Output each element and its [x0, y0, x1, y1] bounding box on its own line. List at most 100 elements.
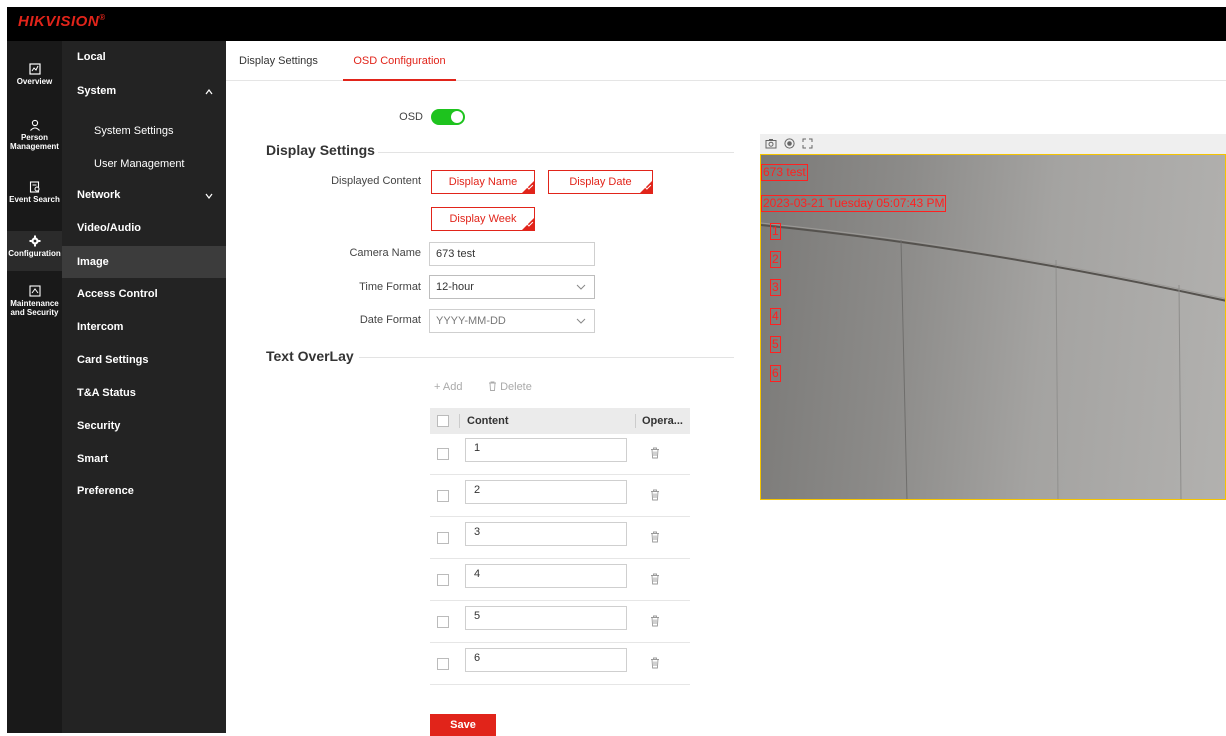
- menu-system[interactable]: System: [62, 75, 226, 107]
- menu-security[interactable]: Security: [62, 410, 226, 442]
- chip-display-name[interactable]: Display Name: [431, 170, 535, 194]
- main-content: Display Settings OSD Configuration OSD D…: [226, 41, 1226, 736]
- row-checkbox[interactable]: [437, 616, 449, 628]
- camera-snapshot-icon[interactable]: [765, 138, 777, 149]
- row-divider: [430, 558, 690, 559]
- row-checkbox[interactable]: [437, 490, 449, 502]
- rail-item-overview[interactable]: Overview: [7, 63, 62, 86]
- tab-display-settings[interactable]: Display Settings: [239, 41, 318, 81]
- menu-preference[interactable]: Preference: [62, 475, 226, 507]
- gear-icon: [29, 235, 40, 247]
- trash-icon[interactable]: [650, 447, 660, 459]
- osd-overlay-2: 2: [770, 251, 781, 268]
- osd-overlay-1: 1: [770, 223, 781, 240]
- rail-item-maintenance[interactable]: Maintenance and Security: [7, 285, 62, 317]
- display-settings-title: Display Settings: [266, 142, 375, 158]
- row-divider: [430, 642, 690, 643]
- time-format-label: Time Format: [359, 281, 421, 293]
- rail-label-configuration: Configuration: [8, 249, 61, 258]
- osd-overlay-6: 6: [770, 365, 781, 382]
- row-divider: [430, 600, 690, 601]
- overlay-text-input[interactable]: 2: [465, 480, 627, 504]
- live-preview[interactable]: 673 test 2023-03-21 Tuesday 05:07:43 PM …: [760, 154, 1226, 500]
- chevron-down-icon: [576, 318, 586, 324]
- row-divider: [430, 474, 690, 475]
- trash-icon[interactable]: [650, 489, 660, 501]
- rail-label-maintenance: Maintenance and Security: [10, 299, 59, 317]
- menu-user-management[interactable]: User Management: [62, 148, 226, 180]
- rail-label-overview: Overview: [16, 77, 53, 86]
- person-icon: [29, 119, 40, 131]
- osd-overlay-3: 3: [770, 279, 781, 296]
- trash-icon[interactable]: [650, 657, 660, 669]
- menu-smart[interactable]: Smart: [62, 443, 226, 475]
- overlay-table-header: Content Opera...: [430, 408, 690, 434]
- rail-item-configuration[interactable]: Configuration: [7, 231, 62, 271]
- osd-overlay-4: 4: [770, 308, 781, 325]
- rail-label-person: Person Management: [10, 133, 59, 151]
- overlay-text-input[interactable]: 5: [465, 606, 627, 630]
- menu-card-settings[interactable]: Card Settings: [62, 344, 226, 376]
- menu-video-audio[interactable]: Video/Audio: [62, 212, 226, 244]
- date-format-label: Date Format: [359, 314, 421, 326]
- menu-network[interactable]: Network: [62, 179, 226, 211]
- fullscreen-icon[interactable]: [802, 138, 813, 149]
- column-divider: [459, 414, 460, 428]
- app-window: HIKVISION® Overview Person Management Ev…: [7, 7, 1226, 736]
- menu-intercom[interactable]: Intercom: [62, 311, 226, 343]
- overlay-text-input[interactable]: 4: [465, 564, 627, 588]
- date-format-select[interactable]: YYYY-MM-DD: [429, 309, 595, 333]
- rail-item-event-search[interactable]: Event Search: [7, 181, 62, 204]
- chip-display-date-label: Display Date: [569, 176, 632, 188]
- col-operation: Opera...: [642, 415, 683, 427]
- osd-label: OSD: [399, 111, 423, 123]
- rail-item-person-management[interactable]: Person Management: [7, 119, 62, 151]
- check-corner-icon: [522, 181, 534, 193]
- row-checkbox[interactable]: [437, 658, 449, 670]
- camera-name-input[interactable]: 673 test: [429, 242, 595, 266]
- chevron-up-icon: [205, 89, 213, 95]
- text-overlay-title: Text OverLay: [266, 348, 354, 364]
- add-button[interactable]: + Add: [434, 381, 462, 393]
- time-format-select[interactable]: 12-hour: [429, 275, 595, 299]
- overlay-text-input[interactable]: 1: [465, 438, 627, 462]
- chip-display-name-label: Display Name: [448, 176, 518, 188]
- trash-icon[interactable]: [650, 615, 660, 627]
- menu-system-settings[interactable]: System Settings: [62, 115, 226, 147]
- delete-label: Delete: [500, 381, 532, 393]
- trash-icon[interactable]: [650, 573, 660, 585]
- section-divider: [378, 152, 734, 153]
- select-all-checkbox[interactable]: [437, 415, 449, 427]
- config-menu: Local System System Settings User Manage…: [62, 41, 226, 733]
- overlay-text-input[interactable]: 6: [465, 648, 627, 672]
- column-divider: [635, 414, 636, 428]
- top-bar: HIKVISION®: [7, 7, 1226, 41]
- menu-system-label: System: [77, 85, 117, 97]
- menu-access-control[interactable]: Access Control: [62, 278, 226, 310]
- delete-button[interactable]: Delete: [488, 381, 532, 393]
- preview-toolbar: [760, 134, 1226, 154]
- overview-icon: [28, 63, 41, 75]
- row-checkbox[interactable]: [437, 532, 449, 544]
- trash-icon[interactable]: [650, 531, 660, 543]
- osd-overlay-5: 5: [770, 336, 781, 353]
- chip-display-date[interactable]: Display Date: [548, 170, 653, 194]
- check-corner-icon: [522, 218, 534, 230]
- overlay-text-input[interactable]: 3: [465, 522, 627, 546]
- record-icon[interactable]: [784, 138, 795, 149]
- osd-toggle[interactable]: [431, 109, 465, 125]
- chip-display-week[interactable]: Display Week: [431, 207, 535, 231]
- tab-osd-configuration[interactable]: OSD Configuration: [343, 41, 456, 81]
- menu-image[interactable]: Image: [62, 246, 226, 278]
- row-checkbox[interactable]: [437, 574, 449, 586]
- check-corner-icon: [640, 181, 652, 193]
- row-checkbox[interactable]: [437, 448, 449, 460]
- chevron-down-icon: [205, 193, 213, 199]
- brand-logo: HIKVISION®: [18, 13, 106, 30]
- time-format-value: 12-hour: [436, 281, 474, 293]
- camera-name-label: Camera Name: [349, 247, 421, 259]
- menu-ta-status[interactable]: T&A Status: [62, 377, 226, 409]
- menu-local[interactable]: Local: [62, 41, 226, 73]
- osd-camera-name: 673 test: [761, 164, 808, 181]
- event-search-icon: [29, 181, 39, 193]
